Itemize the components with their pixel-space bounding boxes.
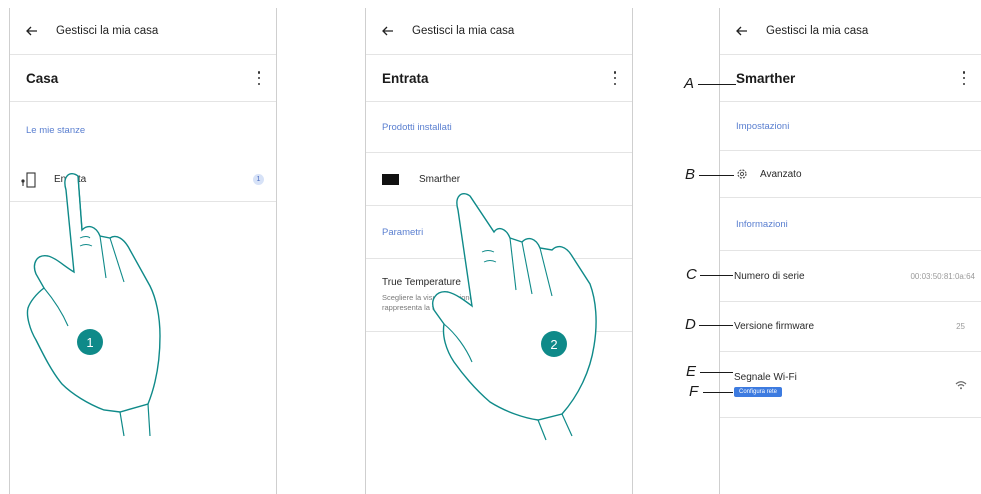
step-1-circle: 1 [77,329,103,355]
page-header: Smarther [720,55,981,102]
step-2-circle: 2 [541,331,567,357]
annotation-e: E [686,363,697,380]
top-bar: Gestisci la mia casa [366,8,632,55]
serial-number-value: 00:03:50:81:0a:64 [910,271,975,281]
back-arrow-icon[interactable] [26,24,42,38]
settings-section: Impostazioni [720,102,981,150]
annotation-c-line [700,275,733,276]
advanced-label: Avanzato [760,168,802,180]
door-icon [20,171,40,188]
page-header: Casa [10,55,276,102]
more-options-icon[interactable] [961,71,967,85]
annotation-f: F [689,383,699,400]
more-options-icon[interactable] [612,71,618,85]
top-bar: Gestisci la mia casa [10,8,276,55]
rooms-section: Le mie stanze [10,102,276,158]
firmware-label: Versione firmware [734,321,815,332]
back-arrow-icon[interactable] [382,24,398,38]
back-arrow-icon[interactable] [736,24,752,38]
parameters-section: Parametri [366,206,632,258]
annotation-c: C [686,266,697,283]
annotation-b-line [699,175,734,176]
more-options-icon[interactable] [256,71,262,85]
annotation-a: A [684,75,695,92]
configure-network-button[interactable]: Configura rete [734,387,783,397]
section-label-products: Prodotti installati [382,121,452,133]
section-label-rooms: Le mie stanze [26,124,86,136]
screen-casa: Gestisci la mia casa Casa Le mie stanze … [9,8,277,494]
products-section: Prodotti installati [366,102,632,152]
room-row-entrata[interactable]: Entrata 1 [10,158,276,202]
parameter-title: True Temperature [382,277,461,288]
room-label: Entrata [54,174,87,185]
top-bar: Gestisci la mia casa [720,8,981,55]
thermostat-icon [382,173,399,185]
page-title: Casa [26,70,59,86]
page-title: Entrata [382,70,429,86]
section-label-parameters: Parametri [382,226,424,238]
info-section: Informazioni [720,198,981,250]
step-1-number: 1 [86,334,94,350]
annotation-b: B [685,166,696,183]
wifi-row: Segnale Wi-Fi Configura rete [720,352,981,418]
top-bar-title: Gestisci la mia casa [412,25,515,37]
parameter-description: Scegliere la visualizzazione della tempe… [382,293,573,312]
page-title: Smarther [736,70,796,86]
annotation-d: D [685,316,696,333]
wifi-label: Segnale Wi-Fi [734,372,797,383]
firmware-row: Versione firmware 25 [720,302,981,352]
parameter-row-true-temperature[interactable]: True Temperature Scegliere la visualizza… [366,258,632,332]
section-label-settings: Impostazioni [736,120,790,132]
product-label: Smarther [419,173,461,185]
device-count-badge: 1 [253,174,264,185]
annotation-f-line [703,392,733,393]
screen-entrata: Gestisci la mia casa Entrata Prodotti in… [365,8,633,494]
annotation-e-line [700,372,733,373]
top-bar-title: Gestisci la mia casa [766,25,869,37]
annotation-a-line [698,84,736,85]
firmware-value: 25 [956,322,965,331]
product-row-smarther[interactable]: Smarther [366,152,632,206]
page-header: Entrata [366,55,632,102]
step-2-number: 2 [550,336,558,352]
section-label-info: Informazioni [736,218,788,230]
top-bar-title: Gestisci la mia casa [56,25,159,37]
serial-number-row: Numero di serie 00:03:50:81:0a:64 [720,250,981,302]
screen-smarther: Gestisci la mia casa Smarther Impostazio… [719,8,981,494]
wifi-signal-icon [955,380,967,390]
serial-number-label: Numero di serie [734,270,805,282]
gear-icon [736,168,748,180]
annotation-d-line [699,325,733,326]
advanced-row[interactable]: Avanzato [720,150,981,198]
